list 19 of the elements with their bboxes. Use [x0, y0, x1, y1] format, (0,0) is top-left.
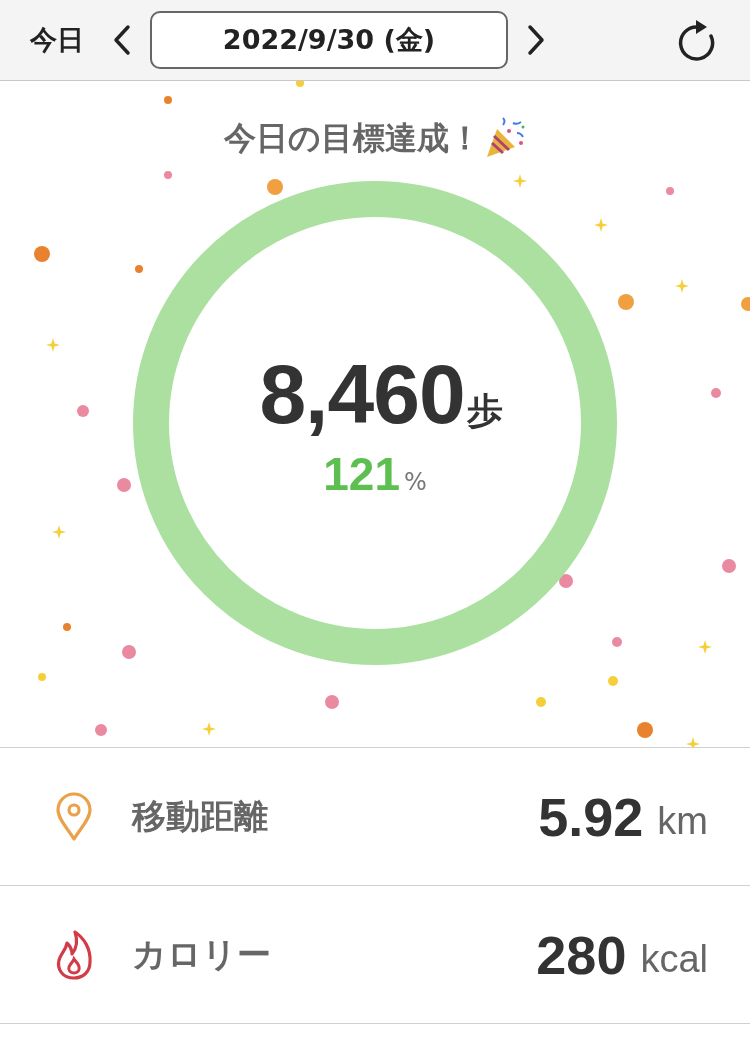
- goal-percent: 121: [323, 446, 400, 501]
- chevron-right-icon: [526, 24, 546, 56]
- flame-icon: [54, 928, 94, 981]
- step-unit: 歩: [466, 388, 503, 433]
- stat-value: 5.92: [538, 785, 644, 848]
- stat-label: カロリー: [132, 932, 271, 976]
- stat-unit: kcal: [640, 937, 708, 981]
- refresh-icon: [676, 18, 716, 62]
- step-count: 8,460: [259, 345, 465, 443]
- stat-label: 移動距離: [132, 794, 268, 838]
- goal-message: 今日の目標達成！: [223, 118, 481, 159]
- stat-value: 280: [536, 923, 627, 986]
- stat-unit: km: [657, 799, 708, 843]
- location-pin-icon: [54, 790, 94, 843]
- chevron-left-icon: [112, 24, 132, 56]
- today-button[interactable]: 今日: [30, 22, 94, 58]
- refresh-button[interactable]: [676, 18, 716, 62]
- date-button[interactable]: 2022/9/30 (金): [150, 11, 508, 69]
- percent-unit: %: [403, 467, 427, 496]
